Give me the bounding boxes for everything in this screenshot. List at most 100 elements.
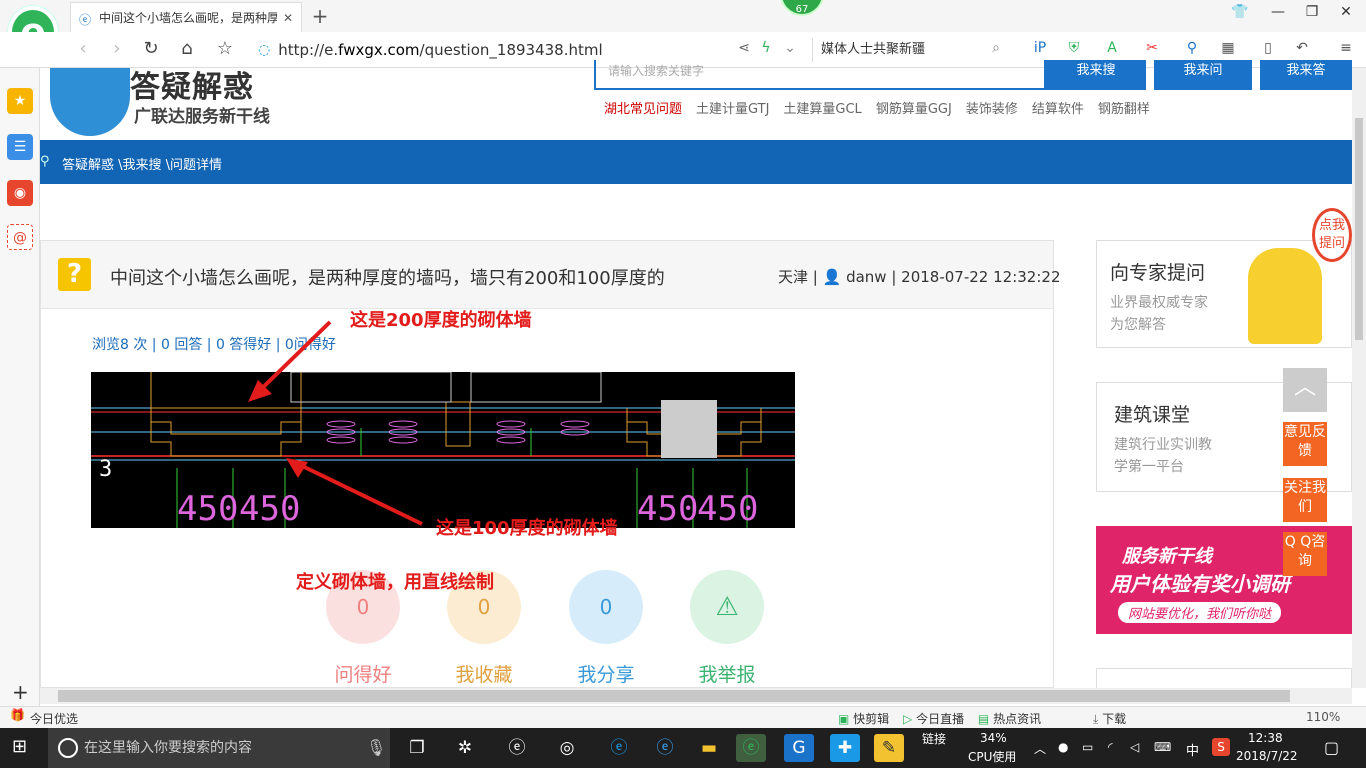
translate-icon[interactable]: A (1102, 40, 1122, 60)
reload-button[interactable]: ↻ (138, 38, 164, 64)
hot-link[interactable]: 土建计量GTJ (696, 102, 769, 117)
question-user[interactable]: danw (846, 268, 887, 286)
reader-list-icon[interactable]: ☰ (7, 134, 33, 160)
ie-browser-icon[interactable]: ⓔ (502, 734, 532, 762)
undo-icon[interactable]: ↶ (1292, 40, 1312, 60)
status-link[interactable]: 下载 (1102, 712, 1126, 726)
url-path: /question_1893438.html (419, 41, 603, 59)
fan-app-icon[interactable]: ✲ (450, 734, 480, 762)
wifi-icon[interactable]: ◜ (1108, 740, 1113, 754)
home-button[interactable]: ⌂ (174, 38, 200, 64)
back-button[interactable]: ‹ (70, 38, 96, 64)
favorite-count: 0 (477, 595, 491, 619)
glodon-g-icon[interactable]: G (784, 734, 814, 762)
vertical-scroll-thumb[interactable] (1355, 118, 1363, 340)
search-button[interactable]: 我来搜 (1046, 60, 1146, 90)
volume-icon[interactable]: ◁ (1130, 740, 1139, 754)
hot-link[interactable]: 土建算量GCL (783, 102, 861, 117)
site-info-icon[interactable]: ◌ (258, 42, 270, 58)
back-to-top-icon[interactable]: ︿ (1283, 368, 1327, 412)
windows-start-icon[interactable]: ⊞ (12, 736, 34, 758)
building-class-sub2: 学第一平台 (1114, 459, 1184, 475)
hot-link[interactable]: 钢筋算量GGJ (876, 102, 952, 117)
add-sidebar-button[interactable]: + (12, 680, 29, 704)
today-picks-link[interactable]: 今日优选 (30, 710, 78, 727)
spiral-app-icon[interactable]: ◎ (552, 734, 582, 762)
battery-icon[interactable]: ▭ (1082, 740, 1093, 754)
minimize-button[interactable]: — (1264, 4, 1292, 28)
shield-icon[interactable]: ⛨ (1064, 40, 1084, 60)
share-button[interactable]: 0 (569, 570, 643, 644)
report-label[interactable]: 我举报 (677, 660, 777, 687)
email-at-icon[interactable]: @ (7, 224, 33, 250)
hot-link[interactable]: 湖北常见问题 (604, 102, 682, 117)
qq-consult-button[interactable]: Q Q咨询 (1283, 532, 1327, 576)
status-link[interactable]: 快剪辑 (853, 712, 889, 726)
favorite-star-icon[interactable]: ☆ (212, 38, 238, 64)
clock-date[interactable]: 2018/7/22 (1236, 749, 1298, 763)
clock-time[interactable]: 12:38 (1248, 731, 1283, 745)
expert-mascot-icon (1248, 248, 1322, 344)
magnifier-icon[interactable]: ⚲ (1182, 40, 1202, 60)
notes-app-icon[interactable]: ✎ (874, 734, 904, 762)
ask-button[interactable]: 我来问 (1154, 60, 1252, 90)
close-window-button[interactable]: ✕ (1332, 4, 1360, 28)
sogou-ime-icon[interactable]: S (1212, 738, 1230, 756)
report-button[interactable]: ⚠ (690, 570, 764, 644)
internet-explorer-icon[interactable]: ⓔ (650, 734, 680, 762)
keyboard-icon[interactable]: ⌨ (1154, 740, 1171, 754)
search-input[interactable]: 媒体人士共聚新疆 (812, 38, 1010, 62)
cad-drawing: 3 450 450 450 450 (91, 372, 795, 528)
status-link[interactable]: 今日直播 (916, 712, 964, 726)
active-browser-icon[interactable]: ⓔ (736, 734, 766, 762)
tablet-icon[interactable]: ▯ (1258, 40, 1278, 60)
ie-favicon-icon: ⓔ (79, 12, 92, 27)
ask-expert-title[interactable]: 向专家提问 (1110, 258, 1205, 285)
ime-indicator[interactable]: 中 (1186, 740, 1199, 759)
ip-plugin-icon[interactable]: iP (1030, 40, 1050, 60)
url-field[interactable]: ◌ http://e.fwxgx.com/question_1893438.ht… (258, 38, 808, 62)
scissors-icon[interactable]: ✂ (1142, 40, 1162, 60)
click-to-ask-badge[interactable]: 点我提问 (1312, 208, 1352, 262)
task-view-icon[interactable]: ❐ (402, 734, 432, 762)
people-icon[interactable]: ● (1058, 740, 1068, 754)
answer-button[interactable]: 我来答 (1260, 60, 1352, 90)
search-icon[interactable]: ⌕ (986, 40, 1006, 60)
microphone-icon[interactable]: 🎙 (366, 738, 386, 757)
edge-icon[interactable]: ⓔ (604, 734, 634, 762)
weibo-icon[interactable]: ◉ (7, 180, 33, 206)
share-icon[interactable]: ⋖ (734, 40, 754, 60)
new-tab-button[interactable]: + (308, 4, 332, 28)
tray-expand-icon[interactable]: ︿ (1034, 740, 1046, 757)
status-links: ▣ 快剪辑 ▷ 今日直播 ▤ 热点资讯 ⤓ 下载 (838, 710, 1126, 727)
close-tab-icon[interactable]: ✕ (283, 11, 293, 25)
site-search-input[interactable]: 请输入搜索关键字 (594, 60, 1046, 90)
forward-button[interactable]: › (104, 38, 130, 64)
chevron-down-icon[interactable]: ⌄ (780, 40, 800, 60)
plus-app-icon[interactable]: ✚ (830, 734, 860, 762)
feedback-button[interactable]: 意见反馈 (1283, 422, 1327, 466)
apps-grid-icon[interactable]: ▦ (1218, 40, 1238, 60)
file-explorer-icon[interactable]: ▬ (694, 734, 724, 762)
action-center-icon[interactable]: ▢ (1324, 738, 1339, 757)
breadcrumb[interactable]: 答疑解惑 \我来搜 \问题详情 (62, 154, 222, 173)
shirt-icon[interactable]: 👕 (1226, 4, 1254, 28)
status-link[interactable]: 热点资讯 (993, 712, 1041, 726)
good-question-label[interactable]: 问得好 (313, 660, 413, 687)
zoom-level[interactable]: 110% (1306, 710, 1340, 724)
hot-link[interactable]: 结算软件 (1032, 102, 1084, 117)
favorite-label[interactable]: 我收藏 (434, 660, 534, 687)
lightning-icon[interactable]: ϟ (756, 40, 776, 60)
logo-title[interactable]: 答疑解惑 (130, 62, 254, 106)
favorites-star-icon[interactable]: ★ (7, 88, 33, 114)
menu-icon[interactable]: ≡ (1336, 40, 1356, 60)
building-class-title[interactable]: 建筑课堂 (1114, 400, 1190, 427)
horizontal-scroll-thumb[interactable] (58, 690, 1290, 702)
follow-button[interactable]: 关注我们 (1283, 478, 1327, 522)
hot-link[interactable]: 装饰装修 (966, 102, 1018, 117)
share-label[interactable]: 我分享 (556, 660, 656, 687)
taskbar-search-input[interactable]: 在这里输入你要搜索的内容 (48, 728, 390, 768)
hot-link[interactable]: 钢筋翻样 (1098, 102, 1150, 117)
tab-active[interactable]: ⓔ 中间这个小墙怎么画呢，是两种厚度 ✕ (70, 2, 302, 32)
restore-button[interactable]: ❐ (1298, 4, 1326, 28)
